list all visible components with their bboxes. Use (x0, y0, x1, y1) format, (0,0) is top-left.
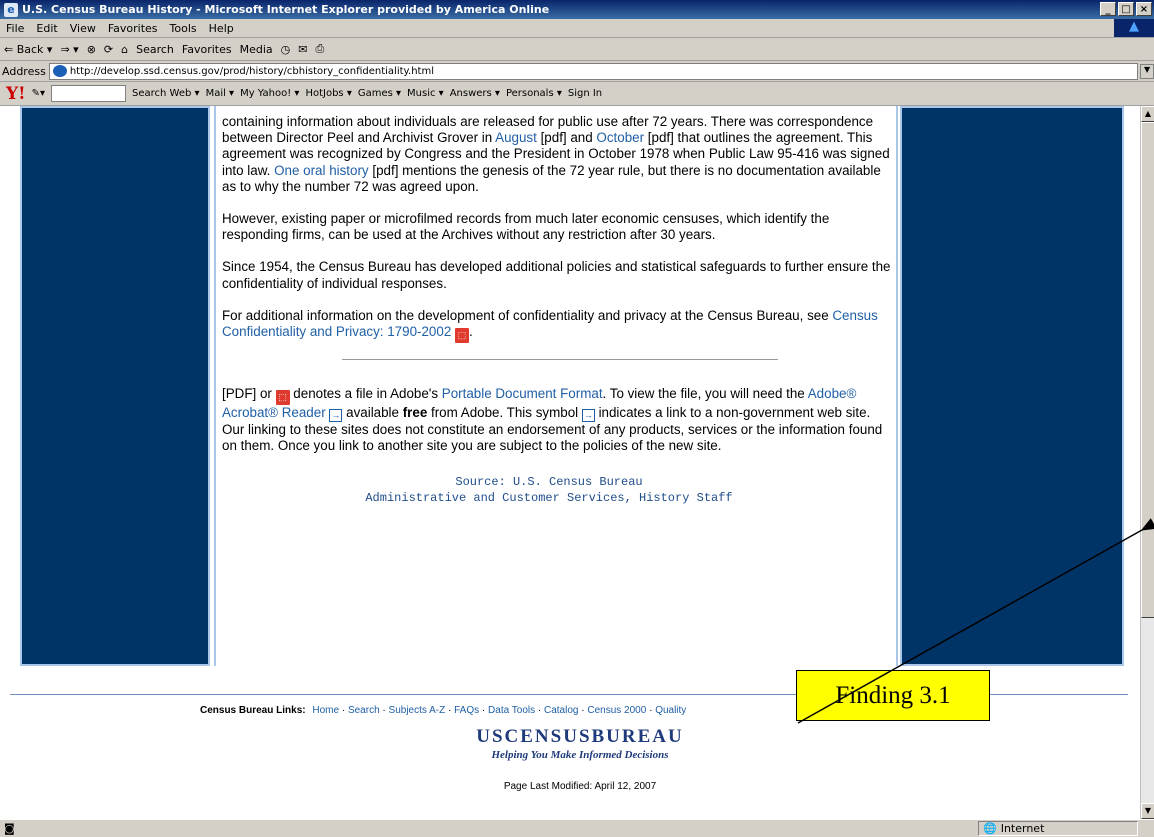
windows-logo-icon: ▲ (1114, 19, 1154, 37)
sign-in-button[interactable]: Sign In (568, 88, 602, 99)
paragraph-since-1954: Since 1954, the Census Bureau has develo… (222, 259, 891, 291)
paragraph-pdf-notice: [PDF] or ⬚ denotes a file in Adobe's Por… (222, 386, 883, 454)
print-icon[interactable]: ⎙ (315, 42, 324, 56)
minimize-button[interactable]: _ (1100, 2, 1116, 16)
footer-link-census-2000[interactable]: Census 2000 (587, 705, 646, 716)
divider (342, 359, 778, 361)
menu-favorites[interactable]: Favorites (102, 22, 164, 35)
footer-links: Census Bureau Links: Home · Search · Sub… (200, 705, 687, 716)
footer-link-faqs[interactable]: FAQs (454, 705, 479, 716)
menu-view[interactable]: View (64, 22, 102, 35)
address-dropdown[interactable]: ▼ (1140, 63, 1154, 79)
menu-help[interactable]: Help (203, 22, 240, 35)
address-url: http://develop.ssd.census.gov/prod/histo… (69, 65, 434, 77)
answers-button[interactable]: Answers ▾ (450, 88, 500, 99)
search-button[interactable]: Search (136, 43, 174, 56)
footer-link-catalog[interactable]: Catalog (544, 705, 578, 716)
page-icon (52, 65, 67, 77)
hotjobs-button[interactable]: HotJobs ▾ (305, 88, 351, 99)
menu-edit[interactable]: Edit (30, 22, 63, 35)
yahoo-logo-icon[interactable]: Y! (6, 84, 26, 104)
paragraph-72-year-rule: containing information about individuals… (222, 114, 890, 194)
personals-button[interactable]: Personals ▾ (506, 88, 562, 99)
address-label: Address (2, 64, 46, 78)
close-button[interactable]: × (1136, 2, 1152, 16)
finding-callout: Finding 3.1 (796, 670, 990, 721)
standard-toolbar: ⇐ Back ▾ ⇒ ▾ ⊗ ⟳ ⌂ Search Favorites Medi… (0, 38, 1154, 61)
footer-link-search[interactable]: Search (348, 705, 380, 716)
status-bar: ◙ 🌐 Internet (0, 819, 1154, 837)
census-brand-logo[interactable]: USCENSUSBUREAU (470, 726, 690, 748)
globe-icon: 🌐 (983, 822, 997, 835)
search-web-button[interactable]: Search Web ▾ (132, 88, 200, 99)
mail-icon[interactable]: ✉ (298, 43, 307, 56)
scroll-up-button[interactable]: ▲ (1141, 106, 1154, 122)
security-zone: 🌐 Internet (978, 821, 1138, 836)
external-link-icon[interactable]: → (329, 409, 343, 423)
menu-file[interactable]: File (0, 22, 30, 35)
footer-link-quality[interactable]: Quality (655, 705, 686, 716)
yahoo-toolbar: Y! ✎▾ Search Web ▾ Mail ▾ My Yahoo! ▾ Ho… (0, 82, 1154, 106)
footer-link-home[interactable]: Home (312, 705, 339, 716)
external-link-icon: → (581, 409, 595, 423)
paragraph-additional-info: For additional information on the develo… (222, 308, 896, 344)
pdf-icon[interactable]: ⬚ (455, 328, 470, 344)
home-icon[interactable]: ⌂ (121, 43, 128, 56)
pdf-format-link[interactable]: Portable Document Format (442, 386, 603, 401)
stop-icon[interactable]: ⊗ (87, 43, 96, 56)
footer-links-label: Census Bureau Links: (200, 705, 306, 716)
pencil-icon[interactable]: ✎▾ (32, 88, 45, 99)
yahoo-search-input[interactable] (51, 85, 127, 102)
paragraph-economic-censuses: However, existing paper or microfilmed r… (222, 211, 830, 243)
my-yahoo-button[interactable]: My Yahoo! ▾ (240, 88, 299, 99)
census-tagline: Helping You Make Informed Decisions (491, 749, 669, 761)
window-titlebar: e U.S. Census Bureau History - Microsoft… (0, 0, 1154, 19)
favorites-button[interactable]: Favorites (182, 43, 232, 56)
menu-tools[interactable]: Tools (164, 22, 203, 35)
back-button[interactable]: ⇐ Back ▾ (4, 43, 52, 56)
media-button[interactable]: Media (240, 43, 273, 56)
footer-link-subjects[interactable]: Subjects A-Z (389, 705, 446, 716)
games-button[interactable]: Games ▾ (358, 88, 401, 99)
history-icon[interactable]: ◷ (281, 43, 291, 56)
forward-button[interactable]: ⇒ ▾ (60, 43, 78, 56)
scroll-thumb[interactable] (1141, 122, 1154, 618)
address-bar: Address http://develop.ssd.census.gov/pr… (0, 61, 1154, 82)
window-title: U.S. Census Bureau History - Microsoft I… (22, 3, 550, 16)
music-button[interactable]: Music ▾ (407, 88, 444, 99)
refresh-icon[interactable]: ⟳ (104, 43, 113, 56)
august-link[interactable]: August (495, 130, 537, 145)
scroll-down-button[interactable]: ▼ (1141, 803, 1154, 819)
mail-button[interactable]: Mail ▾ (206, 88, 235, 99)
page-last-modified: Page Last Modified: April 12, 2007 (503, 781, 657, 792)
status-page-icon: ◙ (4, 822, 15, 835)
october-link[interactable]: October (596, 130, 644, 145)
footer-link-data-tools[interactable]: Data Tools (488, 705, 535, 716)
right-navy-column (900, 106, 1124, 666)
maximize-button[interactable]: □ (1118, 2, 1134, 16)
ie-icon: e (4, 2, 18, 17)
main-article: containing information about individuals… (214, 106, 898, 666)
menu-bar: File Edit View Favorites Tools Help ▲ (0, 19, 1154, 38)
address-input[interactable]: http://develop.ssd.census.gov/prod/histo… (48, 62, 1139, 80)
source-credit: Source: U.S. Census Bureau Administrativ… (365, 475, 733, 506)
vertical-scrollbar[interactable]: ▲ ▼ (1140, 106, 1154, 819)
pdf-icon: ⬚ (275, 390, 290, 406)
left-navy-column (20, 106, 210, 666)
oral-history-link[interactable]: One oral history (274, 163, 369, 178)
